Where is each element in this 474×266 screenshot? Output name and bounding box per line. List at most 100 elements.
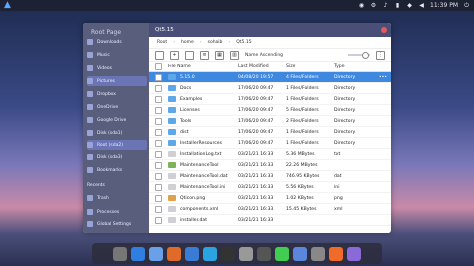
app-store-icon[interactable] [131, 246, 145, 261]
row-checkbox[interactable] [155, 84, 162, 92]
row-checkbox[interactable] [155, 194, 162, 202]
sidebar-item-trash[interactable]: Trash [87, 193, 147, 203]
launcher-icon[interactable]: ▲ [4, 1, 13, 10]
breadcrumb-home[interactable]: home [179, 39, 196, 46]
zoom-slider-knob[interactable] [362, 52, 369, 59]
file-icon [168, 184, 176, 190]
row-checkbox[interactable] [155, 216, 162, 224]
table-row[interactable]: Examples 17/06/20 09:47 1 Files/Folders Dir… [149, 94, 391, 105]
copy-icon[interactable] [185, 50, 194, 60]
menu-icon[interactable]: ⋮ [376, 50, 385, 60]
settings-icon[interactable] [113, 246, 127, 261]
breadcrumb-root[interactable]: Root [155, 39, 169, 46]
table-row[interactable]: MaintenanceTool.dat 03/21/21 16:33 746.95 … [149, 171, 391, 182]
sidebar-item-downloads[interactable]: Downloads [87, 37, 147, 47]
mail-icon[interactable] [185, 246, 199, 261]
select-all-icon[interactable] [155, 50, 164, 60]
new-folder-icon[interactable]: + [170, 50, 179, 60]
row-checkbox[interactable] [155, 106, 162, 114]
screenshot-icon[interactable]: ◉ [358, 2, 365, 9]
row-checkbox[interactable] [155, 205, 162, 213]
sidebar-item-google-drive[interactable]: Google Drive [87, 115, 147, 125]
column-header-size[interactable]: Size [286, 64, 334, 69]
sidebar-item-processes[interactable]: Processes [87, 207, 147, 217]
column-header-modified[interactable]: Last Modified [238, 64, 286, 69]
zoom-slider[interactable] [348, 52, 370, 59]
sidebar-item-root-sda2[interactable]: Root (sda2) [87, 140, 147, 150]
table-row[interactable]: Qticon.png 03/21/21 16:33 1.02 KBytes png [149, 193, 391, 204]
volume-icon[interactable]: ◀ [418, 2, 425, 9]
sidebar-item-dropbox[interactable]: Dropbox [87, 89, 147, 99]
table-row[interactable]: dist 17/06/20 09:47 1 Files/Folders Directo… [149, 127, 391, 138]
split-view-icon[interactable]: ▥ [230, 50, 239, 60]
clock[interactable]: 11:39 PM [430, 2, 458, 9]
list-view-icon[interactable]: ≡ [200, 50, 209, 60]
select-all-checkbox[interactable] [155, 63, 162, 70]
calendar-icon[interactable] [311, 246, 325, 261]
theme-icon[interactable] [347, 246, 361, 261]
table-row[interactable]: components.xml 03/21/21 16:33 15.45 KBytes… [149, 204, 391, 215]
sidebar-item-disk-sda3[interactable]: Disk (sda3) [87, 152, 147, 162]
row-checkbox[interactable] [155, 128, 162, 136]
breadcrumb-user[interactable]: sohaib [206, 39, 225, 46]
brave-icon[interactable] [329, 246, 343, 261]
finder-icon[interactable] [149, 246, 163, 261]
sidebar-item-disk-sda1[interactable]: Disk (sda1) [87, 128, 147, 138]
column-header-name[interactable]: File Name [168, 64, 238, 69]
folder-icon [168, 129, 176, 135]
sidebar-item-music[interactable]: Music [87, 50, 147, 60]
files-icon[interactable] [293, 246, 307, 261]
row-checkbox[interactable] [155, 139, 162, 147]
system-icon[interactable] [239, 246, 253, 261]
terminal-icon[interactable] [221, 246, 235, 261]
grid-view-icon[interactable]: ▦ [215, 50, 224, 60]
window-title: Qt5.15 [155, 27, 174, 33]
more-options-icon[interactable]: ••• [379, 75, 387, 80]
file-name-cell: MaintenanceTool.ini [168, 184, 238, 190]
modified-cell: 03/21/21 16:33 [238, 184, 274, 190]
row-checkbox[interactable] [155, 161, 162, 169]
column-header-type[interactable]: Type [334, 64, 374, 69]
type-cell: Directory [334, 129, 356, 135]
telegram-icon[interactable] [203, 246, 217, 261]
sidebar-item-onedrive[interactable]: OneDrive [87, 102, 147, 112]
table-row[interactable]: InstallerResources 17/06/20 09:47 1 Files/… [149, 138, 391, 149]
sort-label[interactable]: Name Ascending [245, 53, 283, 58]
size-cell: 1 Files/Folders [286, 140, 319, 146]
row-checkbox[interactable] [155, 95, 162, 103]
row-checkbox[interactable] [155, 172, 162, 180]
table-row[interactable]: installer.dat 03/21/21 16:33 [149, 215, 391, 226]
table-row[interactable]: 5.15.0 04/08/20 19:57 4 Files/Folders Direc… [149, 72, 391, 83]
sidebar-item-recents[interactable]: Recents [87, 180, 147, 190]
file-icon [168, 206, 176, 212]
sidebar-item-global-settings[interactable]: Global Settings [87, 219, 147, 229]
title-bar[interactable]: Qt5.15 [149, 23, 391, 37]
firefox-icon[interactable] [167, 246, 181, 261]
sidebar-item-videos[interactable]: Videos [87, 63, 147, 73]
sidebar-item-pictures[interactable]: Pictures [87, 76, 147, 86]
table-row[interactable]: MaintenanceTool 03/21/21 16:33 22.26 MByte… [149, 160, 391, 171]
row-checkbox[interactable] [155, 73, 162, 81]
table-row[interactable]: MaintenanceTool.ini 03/21/21 16:33 5.56 KB… [149, 182, 391, 193]
sidebar-item-bookmarks[interactable]: Bookmarks [87, 165, 147, 175]
notifications-icon[interactable]: ♪ [382, 2, 389, 9]
settings-icon[interactable]: ⚙ [370, 2, 377, 9]
display-icon[interactable] [257, 246, 271, 261]
file-name-cell: Tools [168, 118, 238, 124]
size-cell: 4 Files/Folders [286, 74, 319, 80]
processes-icon [87, 209, 93, 215]
close-icon[interactable] [381, 27, 387, 33]
row-checkbox[interactable] [155, 117, 162, 125]
table-row[interactable]: Tools 17/06/20 09:47 2 Files/Folders Direct… [149, 116, 391, 127]
row-checkbox[interactable] [155, 183, 162, 191]
table-row[interactable]: Docs 17/06/20 09:47 1 Files/Folders Directo… [149, 83, 391, 94]
breadcrumb-current[interactable]: Qt5.15 [234, 39, 253, 46]
row-checkbox[interactable] [155, 150, 162, 158]
file-name: Docs [180, 85, 192, 91]
network-icon[interactable]: ◆ [406, 2, 413, 9]
power-icon[interactable]: ⏻ [463, 2, 470, 9]
table-row[interactable]: InstallationLog.txt 03/21/21 16:33 5.36 MB… [149, 149, 391, 160]
table-row[interactable]: Licenses 17/06/20 09:47 5 Files/Folders Dir… [149, 105, 391, 116]
battery-icon[interactable]: ▮ [394, 2, 401, 9]
qt-icon[interactable] [275, 246, 289, 261]
